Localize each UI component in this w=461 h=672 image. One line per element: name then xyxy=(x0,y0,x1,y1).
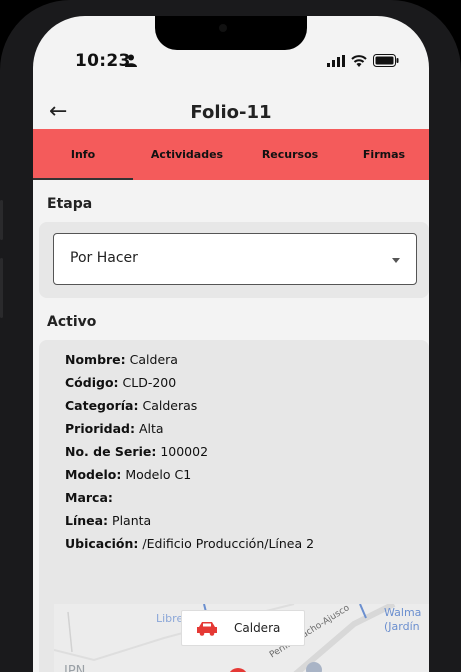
volume-button xyxy=(0,258,3,318)
car-icon xyxy=(197,622,217,636)
map-label: Libre xyxy=(156,612,184,625)
tab-recursos[interactable]: Recursos xyxy=(241,129,339,180)
page-title: Folio-11 xyxy=(190,102,272,123)
dropdown-arrow-icon xyxy=(392,258,400,263)
field-categoria: Categoría: Calderas xyxy=(65,398,198,413)
etapa-card: Por Hacer xyxy=(39,222,429,298)
app-screen: 10:23 ← Folio-11 Info Actividades Recurs… xyxy=(33,16,429,672)
person-icon xyxy=(125,54,137,67)
field-prioridad: Prioridad: Alta xyxy=(65,421,164,436)
etapa-select[interactable]: Por Hacer xyxy=(53,233,417,285)
etapa-heading: Etapa xyxy=(47,196,93,212)
camera xyxy=(219,24,227,32)
phone-frame: 10:23 ← Folio-11 Info Actividades Recurs… xyxy=(0,0,461,672)
field-serie: No. de Serie: 100002 xyxy=(65,444,209,459)
field-marca: Marca: xyxy=(65,490,113,505)
map-label: Walma xyxy=(384,606,422,619)
field-modelo: Modelo: Modelo C1 xyxy=(65,467,192,482)
field-ubicacion: Ubicación: /Edificio Producción/Línea 2 xyxy=(65,536,315,551)
activo-heading: Activo xyxy=(47,314,97,330)
map-label: IPN xyxy=(64,664,86,672)
field-nombre: Nombre: Caldera xyxy=(65,352,178,367)
signal-icon xyxy=(327,54,345,67)
battery-icon xyxy=(373,54,399,67)
field-linea: Línea: Planta xyxy=(65,513,152,528)
status-icons xyxy=(327,54,399,67)
wifi-icon xyxy=(351,54,367,67)
tab-firmas[interactable]: Firmas xyxy=(339,129,429,180)
active-tab-indicator xyxy=(33,178,133,180)
map-label: (Jardín xyxy=(384,620,420,633)
map-marker-tooltip: Caldera xyxy=(181,610,305,646)
volume-button xyxy=(0,200,3,240)
field-codigo: Código: CLD-200 xyxy=(65,375,177,390)
notch xyxy=(155,16,307,50)
status-time: 10:23 xyxy=(75,51,131,71)
tab-bar: Info Actividades Recursos Firmas xyxy=(33,129,429,180)
etapa-select-value: Por Hacer xyxy=(70,250,138,266)
tab-info[interactable]: Info xyxy=(33,129,133,180)
marker-label: Caldera xyxy=(234,621,281,635)
tab-actividades[interactable]: Actividades xyxy=(133,129,241,180)
